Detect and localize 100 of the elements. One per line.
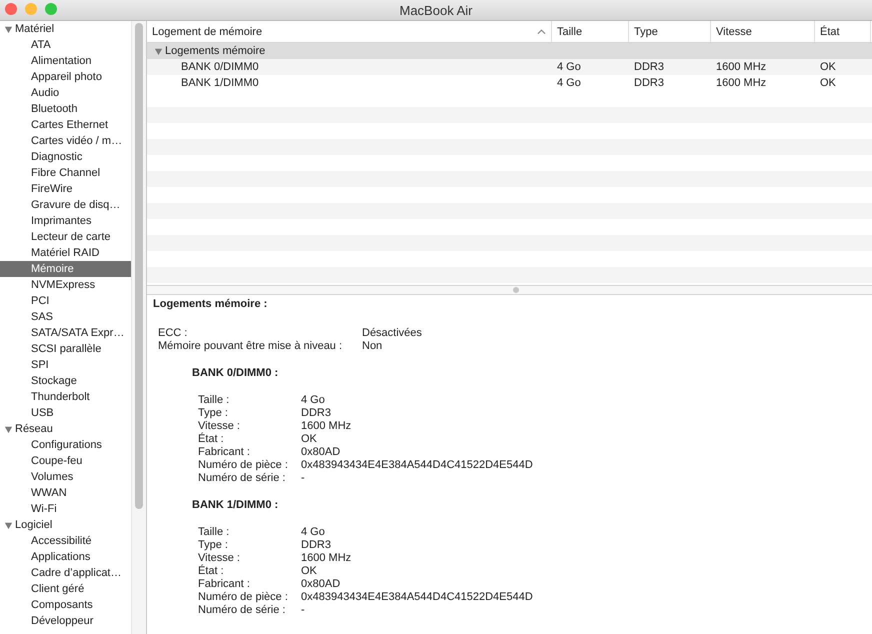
property-value: - xyxy=(301,604,306,617)
property-value: Non xyxy=(362,340,384,353)
sidebar-group[interactable]: Logiciel xyxy=(0,517,131,533)
sidebar-item[interactable]: Volumes xyxy=(0,469,131,485)
sidebar-item[interactable]: Matériel RAID xyxy=(0,245,131,261)
window-title: MacBook Air xyxy=(400,2,472,18)
zoom-button[interactable] xyxy=(45,3,57,15)
property-label: Type : xyxy=(198,539,229,552)
split-handle[interactable] xyxy=(147,285,872,295)
sidebar-item[interactable]: Alimentation xyxy=(0,53,131,69)
property-label: Mémoire pouvant être mise à niveau : xyxy=(158,340,344,353)
sidebar-group-label: Matériel xyxy=(15,22,54,37)
sidebar-item[interactable]: PCI xyxy=(0,293,131,309)
property-value: 1600 MHz xyxy=(301,552,352,565)
table-cell-text: 1600 MHz xyxy=(715,76,768,91)
property-label: Fabricant : xyxy=(198,578,251,591)
disclosure-triangle-icon[interactable] xyxy=(154,46,163,56)
sort-chevron-icon xyxy=(537,28,546,34)
property-label: Vitesse : xyxy=(198,420,241,432)
property-value: DDR3 xyxy=(301,539,332,552)
sidebar-group[interactable]: Matériel xyxy=(0,21,131,37)
sidebar-item[interactable]: Wi-Fi xyxy=(0,501,131,517)
sidebar-item[interactable]: Lecteur de carte xyxy=(0,229,131,245)
sidebar-group[interactable]: Réseau xyxy=(0,421,131,437)
sidebar-item[interactable]: Audio xyxy=(0,85,131,101)
sidebar-item[interactable]: Applications xyxy=(0,549,131,565)
sidebar-item[interactable]: ATA xyxy=(0,37,131,53)
group-label: Logements mémoire xyxy=(165,45,266,57)
sidebar-item[interactable]: WWAN xyxy=(0,485,131,501)
disclosure-triangle-icon[interactable] xyxy=(4,520,13,530)
sidebar-item[interactable]: USB xyxy=(0,405,131,421)
sidebar-item[interactable]: Fibre Channel xyxy=(0,165,131,181)
property-value: DDR3 xyxy=(301,407,332,420)
splitter-handle-icon[interactable] xyxy=(513,287,519,293)
property-label: Vitesse : xyxy=(198,552,241,564)
sidebar-item[interactable]: SATA/SATA Expr… xyxy=(0,325,131,341)
sidebar-item[interactable]: SCSI parallèle xyxy=(0,341,131,357)
property-value: - xyxy=(301,472,306,485)
minimize-button[interactable] xyxy=(25,3,37,15)
sidebar-item[interactable]: Thunderbolt xyxy=(0,389,131,405)
sidebar-item[interactable]: Accessibilité xyxy=(0,533,131,549)
sidebar-item[interactable]: NVMExpress xyxy=(0,277,131,293)
column-header[interactable]: Logement de mémoire xyxy=(147,21,552,42)
bank-heading: BANK 1/DIMM0 : xyxy=(191,499,280,512)
sidebar-item[interactable]: Configurations xyxy=(0,437,131,453)
table-cell-text: 4 Go xyxy=(556,76,582,91)
property-value: 0x80AD xyxy=(301,578,342,591)
property-label: État : xyxy=(198,433,225,446)
sidebar-item[interactable]: Imprimantes xyxy=(0,213,131,229)
column-header[interactable]: Vitesse xyxy=(711,21,815,42)
property-label: ECC : xyxy=(158,327,188,340)
table-cell-text: 1600 MHz xyxy=(715,60,768,75)
sidebar-item[interactable]: Mémoire xyxy=(0,261,131,277)
sidebar-item[interactable]: Composants xyxy=(0,597,131,613)
sidebar-item[interactable]: FireWire xyxy=(0,181,131,197)
sidebar-item[interactable]: Appareil photo xyxy=(0,69,131,85)
sidebar-item[interactable]: Cartes Ethernet xyxy=(0,117,131,133)
property-label: Numéro de série : xyxy=(198,472,286,485)
sidebar-item[interactable]: SPI xyxy=(0,357,131,373)
property-value: 0x483943434E4E384A544D4C41522D4E544D xyxy=(301,591,534,604)
property-label: Numéro de série : xyxy=(198,604,286,617)
detail-heading: Logements mémoire : xyxy=(153,298,268,311)
column-header[interactable]: État xyxy=(815,21,871,42)
close-button[interactable] xyxy=(5,3,17,15)
disclosure-triangle-icon[interactable] xyxy=(4,24,13,34)
sidebar-item[interactable]: Développeur xyxy=(0,613,131,629)
group-row[interactable]: Logements mémoire xyxy=(147,43,872,59)
sidebar-item[interactable]: Diagnostic xyxy=(0,149,131,165)
bank-heading: BANK 0/DIMM0 : xyxy=(191,367,280,380)
sidebar-item[interactable]: Coupe-feu xyxy=(0,453,131,469)
sidebar-item[interactable]: Stockage xyxy=(0,373,131,389)
table-cell-text: BANK 1/DIMM0 xyxy=(180,76,260,91)
sidebar-item[interactable]: Cartes vidéo / m… xyxy=(0,133,131,149)
scrollbar-thumb[interactable] xyxy=(135,23,143,509)
column-header[interactable]: Taille xyxy=(552,21,629,42)
table-cell-text: DDR3 xyxy=(633,60,665,75)
disclosure-triangle-icon[interactable] xyxy=(4,424,13,434)
property-label: Taille : xyxy=(198,394,230,407)
property-label: Fabricant : xyxy=(198,446,251,459)
property-label: Numéro de pièce : xyxy=(198,591,289,604)
sidebar-group-label: Réseau xyxy=(15,422,53,437)
property-value: 0x80AD xyxy=(301,446,342,459)
sidebar-item[interactable]: SAS xyxy=(0,309,131,325)
sidebar-item[interactable]: Cadre d’applicat… xyxy=(0,565,131,581)
property-value: OK xyxy=(301,565,318,578)
sidebar-item[interactable]: Client géré xyxy=(0,581,131,597)
property-label: Type : xyxy=(198,407,229,420)
table-cell-text: DDR3 xyxy=(633,76,665,91)
sidebar-item[interactable]: Gravure de disq… xyxy=(0,197,131,213)
column-header[interactable]: Type xyxy=(629,21,711,42)
property-value: 0x483943434E4E384A544D4C41522D4E544D xyxy=(301,459,534,472)
property-value: 1600 MHz xyxy=(301,420,352,433)
property-value: 4 Go xyxy=(301,394,326,407)
property-label: Numéro de pièce : xyxy=(198,459,289,472)
property-value: 4 Go xyxy=(301,526,326,539)
property-label: Taille : xyxy=(198,526,230,539)
sidebar-item[interactable]: Bluetooth xyxy=(0,101,131,117)
table-cell-text: BANK 0/DIMM0 xyxy=(180,60,260,75)
table-cell-text: 4 Go xyxy=(556,60,582,75)
property-value: Désactivées xyxy=(362,327,423,340)
